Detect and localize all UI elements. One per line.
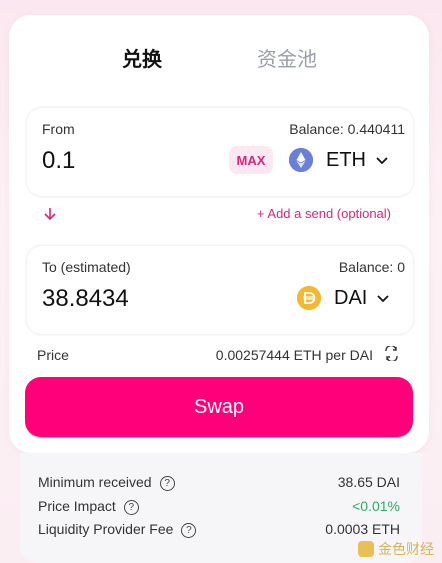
tab-bar: 兑换 资金池 — [9, 43, 429, 73]
price-row: Price 0.00257444 ETH per DAI — [37, 344, 399, 367]
from-amount-input[interactable] — [42, 144, 192, 178]
question-icon[interactable]: ? — [123, 500, 139, 515]
price-impact-value: <0.01% — [352, 498, 400, 514]
to-token-symbol: DAI — [334, 286, 368, 309]
price-label: Price — [37, 347, 69, 363]
tab-pool[interactable]: 资金池 — [257, 43, 317, 72]
price-impact-row: Price Impact? <0.01% — [38, 498, 400, 518]
to-amount-input[interactable] — [42, 282, 192, 316]
question-icon[interactable]: ? — [159, 476, 175, 491]
from-token-symbol: ETH — [326, 148, 366, 171]
max-button[interactable]: MAX — [229, 146, 273, 174]
watermark-logo-icon — [358, 541, 374, 557]
add-send-link[interactable]: + Add a send (optional) — [257, 206, 391, 221]
from-label: From — [42, 121, 75, 137]
minimum-received-row: Minimum received? 38.65 DAI — [38, 474, 400, 494]
tab-swap[interactable]: 兑换 — [122, 43, 162, 72]
from-balance: Balance: 0.440411 — [289, 121, 405, 137]
lp-fee-value: 0.0003 ETH — [325, 521, 400, 537]
lp-fee-label: Liquidity Provider Fee — [38, 521, 174, 537]
price-value: 0.00257444 ETH per DAI — [215, 347, 373, 363]
watermark: 金色财经 — [358, 539, 434, 559]
from-token-selector[interactable]: ETH — [289, 146, 388, 174]
swap-card: 兑换 资金池 From Balance: 0.440411 MAX ETH + … — [9, 15, 429, 453]
to-panel: To (estimated) Balance: 0 DAI — [26, 245, 414, 335]
to-balance: Balance: 0 — [338, 259, 405, 275]
lp-fee-row: Liquidity Provider Fee? 0.0003 ETH — [38, 521, 400, 541]
dai-icon — [297, 286, 321, 310]
watermark-text: 金色财经 — [378, 541, 434, 557]
swap-rate-icon[interactable] — [384, 344, 399, 365]
to-token-selector[interactable]: DAI — [297, 284, 389, 312]
chevron-down-icon — [376, 152, 388, 168]
eth-icon — [289, 148, 313, 172]
minimum-received-label: Minimum received — [38, 474, 152, 490]
minimum-received-value: 38.65 DAI — [337, 474, 400, 490]
swap-button[interactable]: Swap — [25, 377, 413, 437]
arrow-down-icon[interactable] — [44, 207, 56, 226]
to-label: To (estimated) — [42, 259, 131, 275]
price-impact-label: Price Impact — [38, 498, 116, 514]
chevron-down-icon — [377, 290, 389, 306]
from-panel: From Balance: 0.440411 MAX ETH — [26, 107, 414, 197]
question-icon[interactable]: ? — [181, 523, 197, 538]
